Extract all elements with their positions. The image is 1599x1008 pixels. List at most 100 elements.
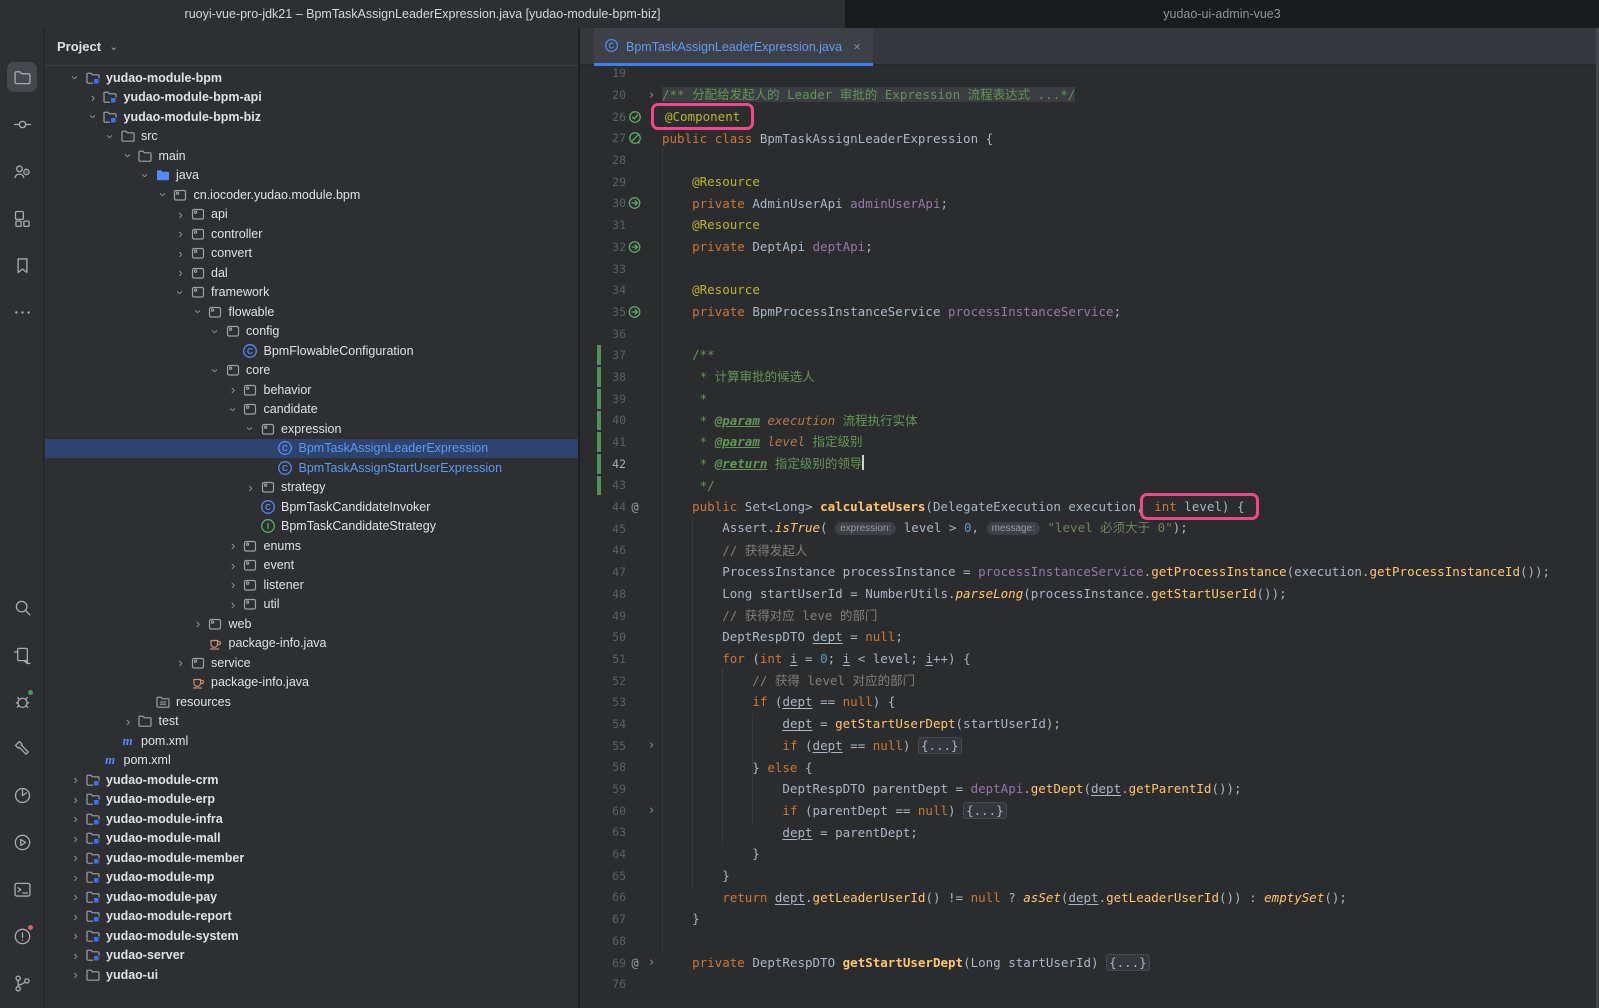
code-line-59[interactable]: 59 DeptRespDTO parentDept = deptApi.getD… — [580, 778, 1599, 800]
tree-item-event[interactable]: ›event — [45, 556, 578, 576]
chevron-right-icon[interactable]: › — [225, 538, 242, 553]
tree-item-yudao-module-erp[interactable]: ›yudao-module-erp — [45, 790, 578, 810]
tree-item-enums[interactable]: ›enums — [45, 536, 578, 556]
tree-item-api[interactable]: ›api — [45, 205, 578, 225]
chevron-down-icon[interactable]: › — [103, 128, 118, 145]
fold-arrow-icon[interactable]: › — [644, 803, 659, 818]
tree-item-yudao-module-infra[interactable]: ›yudao-module-infra — [45, 809, 578, 829]
chevron-right-icon[interactable]: › — [67, 772, 84, 787]
annotation-gutter-icon[interactable]: @ — [626, 500, 644, 514]
profiler-icon[interactable] — [7, 780, 37, 810]
run-icon[interactable] — [7, 827, 37, 857]
folded-block[interactable]: {...} — [963, 802, 1007, 819]
tree-item-util[interactable]: ›util — [45, 595, 578, 615]
chevron-down-icon[interactable]: › — [86, 108, 101, 125]
chevron-down-icon[interactable]: › — [208, 323, 223, 340]
tree-item-web[interactable]: ›web — [45, 614, 578, 634]
tree-item-service[interactable]: ›service — [45, 653, 578, 673]
spring-autowire-icon[interactable] — [626, 305, 644, 319]
chevron-down-icon[interactable]: › — [191, 303, 206, 320]
code-line-67[interactable]: 67 } — [580, 908, 1599, 930]
chevron-right-icon[interactable]: › — [172, 226, 189, 241]
tree-item-pom-xml[interactable]: mpom.xml — [45, 751, 578, 771]
tree-item-framework[interactable]: ›framework — [45, 283, 578, 303]
code-line-68[interactable]: 68 — [580, 930, 1599, 952]
tree-item-bpmtaskassignleaderexpression[interactable]: CBpmTaskAssignLeaderExpression — [45, 439, 578, 459]
tree-item-package-info-java[interactable]: package-info.java — [45, 634, 578, 654]
tree-item-behavior[interactable]: ›behavior — [45, 380, 578, 400]
chevron-right-icon[interactable]: › — [172, 207, 189, 222]
tree-item-java[interactable]: ›java — [45, 166, 578, 186]
tree-item-yudao-module-crm[interactable]: ›yudao-module-crm — [45, 770, 578, 790]
tree-item-convert[interactable]: ›convert — [45, 244, 578, 264]
chevron-right-icon[interactable]: › — [172, 655, 189, 670]
tree-item-dal[interactable]: ›dal — [45, 263, 578, 283]
services-icon[interactable] — [7, 639, 37, 669]
tree-item-bpmtaskcandidateinvoker[interactable]: CBpmTaskCandidateInvoker — [45, 497, 578, 517]
chevron-down-icon[interactable]: › — [68, 69, 83, 86]
commit-icon[interactable] — [7, 109, 37, 139]
code-line-38[interactable]: 38 * 计算审批的候选人 — [580, 366, 1599, 388]
bookmarks-icon[interactable] — [7, 250, 37, 280]
problems-icon[interactable] — [7, 921, 37, 951]
folded-block[interactable]: {...} — [918, 737, 962, 754]
chevron-right-icon[interactable]: › — [67, 831, 84, 846]
code-line-63[interactable]: 63 dept = parentDept; — [580, 822, 1599, 844]
tree-item-yudao-module-bpm-biz[interactable]: ›yudao-module-bpm-biz — [45, 107, 578, 127]
chevron-right-icon[interactable]: › — [85, 90, 102, 105]
chevron-down-icon[interactable]: › — [156, 186, 171, 203]
chevron-right-icon[interactable]: › — [67, 948, 84, 963]
spring-autowire-icon[interactable] — [626, 196, 644, 210]
code-line-39[interactable]: 39 * — [580, 388, 1599, 410]
code-line-41[interactable]: 41 * @param level 指定级别 — [580, 431, 1599, 453]
chevron-right-icon[interactable]: › — [225, 558, 242, 573]
chevron-right-icon[interactable]: › — [67, 792, 84, 807]
code-line-46[interactable]: 46 // 获得发起人 — [580, 540, 1599, 562]
tree-item-src[interactable]: ›src — [45, 127, 578, 147]
code-line-47[interactable]: 47 ProcessInstance processInstance = pro… — [580, 561, 1599, 583]
tree-item-expression[interactable]: ›expression — [45, 419, 578, 439]
code-line-31[interactable]: 31 @Resource — [580, 214, 1599, 236]
code-line-43[interactable]: 43 */ — [580, 475, 1599, 497]
chevron-right-icon[interactable]: › — [67, 967, 84, 982]
code-line-36[interactable]: 36 — [580, 323, 1599, 345]
chevron-down-icon[interactable]: › — [243, 420, 258, 437]
build-icon[interactable] — [7, 733, 37, 763]
code-line-30[interactable]: 30 private AdminUserApi adminUserApi; — [580, 193, 1599, 215]
tree-item-bpmflowableconfiguration[interactable]: CBpmFlowableConfiguration — [45, 341, 578, 361]
code-line-35[interactable]: 35 private BpmProcessInstanceService pro… — [580, 301, 1599, 323]
chevron-right-icon[interactable]: › — [67, 909, 84, 924]
code-line-50[interactable]: 50 DeptRespDTO dept = null; — [580, 626, 1599, 648]
chevron-right-icon[interactable]: › — [225, 382, 242, 397]
tree-item-test[interactable]: ›test — [45, 712, 578, 732]
tree-item-core[interactable]: ›core — [45, 361, 578, 381]
chevron-down-icon[interactable]: › — [121, 147, 136, 164]
tree-item-pom-xml[interactable]: mpom.xml — [45, 731, 578, 751]
tab-bpmtaskassignleaderexpression[interactable]: C BpmTaskAssignLeaderExpression.java × — [594, 28, 873, 65]
more-icon[interactable] — [7, 297, 37, 327]
code-line-19[interactable]: 19 — [580, 63, 1599, 85]
chevron-down-icon[interactable]: › — [138, 167, 153, 184]
code-line-58[interactable]: 58 } else { — [580, 757, 1599, 779]
tree-item-yudao-module-bpm-api[interactable]: ›yudao-module-bpm-api — [45, 88, 578, 108]
tree-item-yudao-module-mp[interactable]: ›yudao-module-mp — [45, 868, 578, 888]
chevron-right-icon[interactable]: › — [225, 597, 242, 612]
spring-bean-check-icon[interactable] — [626, 110, 644, 124]
structure-icon[interactable] — [7, 203, 37, 233]
tree-item-package-info-java[interactable]: package-info.java — [45, 673, 578, 693]
chevron-right-icon[interactable]: › — [67, 889, 84, 904]
tree-item-bpmtaskassignstartuserexpression[interactable]: CBpmTaskAssignStartUserExpression — [45, 458, 578, 478]
tree-item-yudao-server[interactable]: ›yudao-server — [45, 946, 578, 966]
code-line-52[interactable]: 52 // 获得 level 对应的部门 — [580, 670, 1599, 692]
code-line-65[interactable]: 65 } — [580, 865, 1599, 887]
code-line-34[interactable]: 34 @Resource — [580, 279, 1599, 301]
tree-item-main[interactable]: ›main — [45, 146, 578, 166]
tree-item-controller[interactable]: ›controller — [45, 224, 578, 244]
pull-requests-icon[interactable]: ? — [7, 156, 37, 186]
code-line-45[interactable]: 45 Assert.isTrue( expression: level > 0,… — [580, 518, 1599, 540]
terminal-icon[interactable] — [7, 874, 37, 904]
chevron-right-icon[interactable]: › — [172, 265, 189, 280]
annotation-gutter-icon[interactable]: @ — [626, 956, 644, 970]
tree-item-yudao-module-mall[interactable]: ›yudao-module-mall — [45, 829, 578, 849]
git-icon[interactable] — [7, 968, 37, 998]
